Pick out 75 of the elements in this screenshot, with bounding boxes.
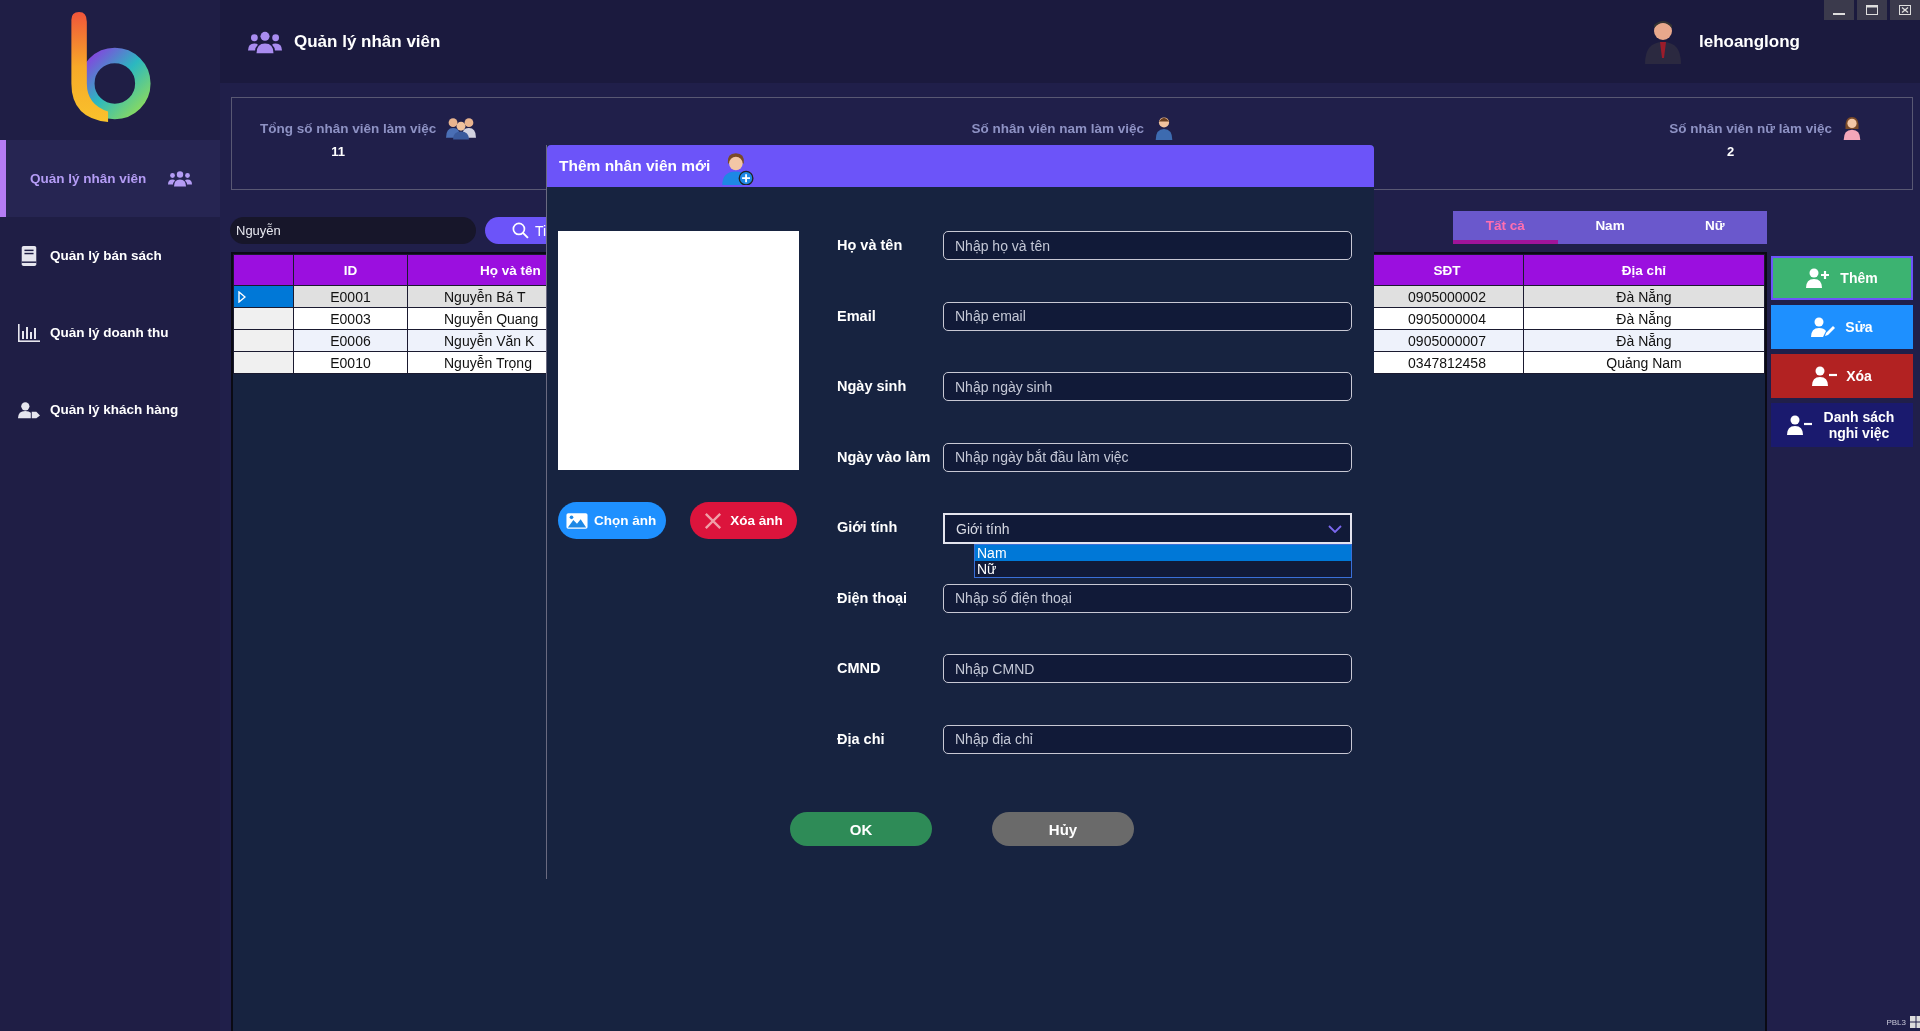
minimize-icon: [1833, 12, 1845, 15]
input-field[interactable]: Nhập CMND: [943, 654, 1352, 683]
man-icon: [1154, 116, 1174, 140]
row-header-cell: [233, 254, 294, 286]
maximize-button[interactable]: [1857, 0, 1887, 20]
row-header-cell[interactable]: [233, 351, 294, 374]
input-field[interactable]: Nhập địa chỉ: [943, 724, 1352, 754]
table-cell: Đà Nẵng: [1523, 285, 1765, 308]
maximize-icon: [1865, 5, 1879, 15]
chart-icon: [18, 322, 40, 343]
row-header-cell[interactable]: [233, 285, 294, 308]
field-label: Điện thoại: [837, 588, 909, 606]
field-label: Ngày sinh: [837, 377, 908, 394]
stat-label: Số nhân viên nữ làm việc: [1669, 120, 1832, 136]
filter-tab[interactable]: Nữ: [1662, 211, 1767, 244]
input-field[interactable]: Nhập họ và tên: [943, 231, 1352, 260]
action-button[interactable]: Sửa: [1771, 305, 1913, 349]
stat-value: 11: [331, 144, 345, 159]
field-label: Ngày vào làm: [837, 447, 932, 465]
user-avatar-icon: [1642, 19, 1683, 64]
people-icon: [446, 116, 477, 140]
table-cell: Đà Nẵng: [1523, 307, 1765, 330]
close-icon: [1898, 5, 1912, 15]
dialog-button[interactable]: Hủy: [992, 812, 1134, 846]
search-icon: [512, 222, 529, 239]
row-header-cell[interactable]: [233, 329, 294, 352]
row-pointer-icon: [238, 290, 246, 303]
action-button[interactable]: Danh sách nghỉ việc: [1771, 403, 1913, 447]
input-field[interactable]: Nhập số điện thoại: [943, 583, 1352, 613]
search-field[interactable]: Nguyễn: [230, 217, 476, 244]
table-cell: Quảng Nam: [1523, 351, 1765, 374]
column-header: ID: [293, 254, 408, 286]
table-cell: Đà Nẵng: [1523, 329, 1765, 352]
input-field[interactable]: Nhập ngày sinh: [943, 372, 1352, 401]
filter-tab[interactable]: Nam: [1557, 211, 1663, 244]
user-minus-icon: [1787, 415, 1813, 435]
dialog-button[interactable]: OK: [790, 812, 932, 846]
page-title: Quản lý nhân viên: [294, 31, 441, 52]
field-label: Giới tính: [837, 518, 899, 535]
field-label: Địa chỉ: [837, 729, 886, 747]
user-edit-icon: [1811, 317, 1838, 337]
column-header: Địa chỉ: [1523, 254, 1765, 286]
photo-button[interactable]: Xóa ảnh: [690, 502, 797, 539]
input-field[interactable]: Nhập ngày bắt đầu làm việc: [943, 442, 1352, 472]
user-add-icon: [720, 151, 755, 185]
sidebar-item[interactable]: Quản lý nhân viên: [0, 140, 220, 217]
row-header-cell[interactable]: [233, 307, 294, 330]
field-label: CMND: [837, 659, 882, 676]
sidebar-item[interactable]: Quản lý khách hàng: [0, 371, 220, 448]
stat-value: 2: [1726, 144, 1735, 159]
image-icon: [566, 511, 588, 530]
minimize-button[interactable]: [1824, 0, 1854, 20]
users-icon: [168, 170, 193, 187]
sidebar-item[interactable]: Quản lý bán sách: [0, 217, 220, 294]
user-tag-icon: [18, 399, 40, 420]
dialog-title: Thêm nhân viên mới: [559, 157, 711, 175]
stat-label: Tổng số nhân viên làm việc: [260, 120, 437, 136]
username: lehoanglong: [1698, 31, 1800, 52]
input-field[interactable]: Nhập email: [943, 301, 1352, 331]
woman-icon: [1842, 116, 1862, 140]
field-label: Email: [837, 306, 877, 324]
close-button[interactable]: [1890, 0, 1920, 20]
action-button[interactable]: Xóa: [1771, 354, 1913, 398]
field-label: Họ và tên: [837, 236, 904, 253]
sidebar-item[interactable]: Quản lý doanh thu: [0, 294, 220, 371]
dropdown-option[interactable]: Nữ: [975, 561, 1351, 577]
gender-select[interactable]: Giới tính: [943, 513, 1352, 544]
stat-label: Số nhân viên nam làm việc: [971, 120, 1144, 136]
caret-icon: [1328, 524, 1342, 533]
user-minus-icon: [1812, 366, 1839, 386]
users-icon: [248, 29, 282, 54]
photo-button[interactable]: Chọn ảnh: [558, 502, 667, 539]
app-tag: PBL3: [1886, 1017, 1906, 1027]
dropdown-option[interactable]: Nam: [975, 545, 1351, 561]
windows-icon: [1910, 1016, 1920, 1028]
